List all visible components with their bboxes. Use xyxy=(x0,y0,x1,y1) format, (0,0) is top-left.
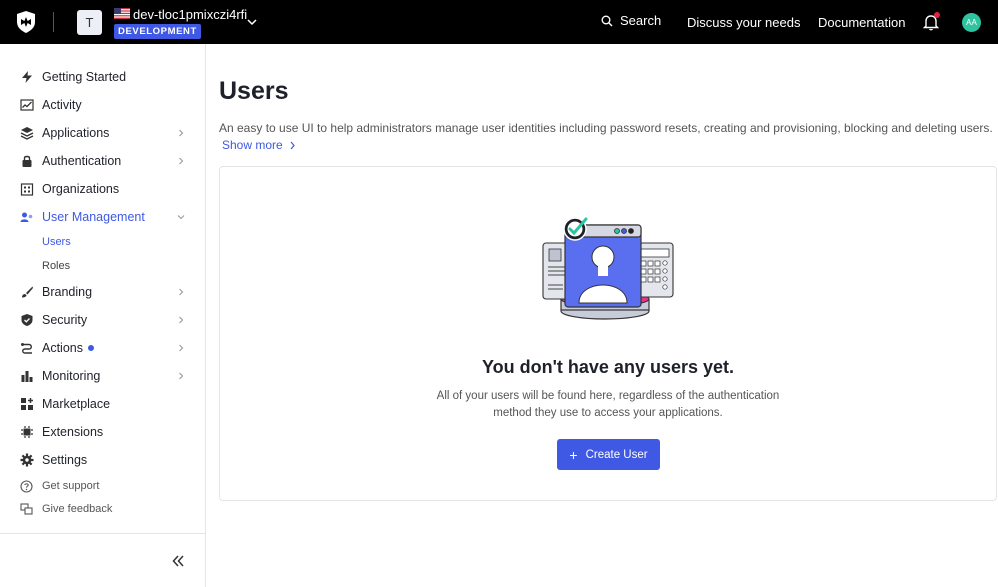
users-icon xyxy=(19,210,34,225)
chat-bubbles-icon xyxy=(19,502,34,517)
sidebar-item-activity[interactable]: Activity xyxy=(0,91,205,119)
sidebar-item-branding[interactable]: Branding xyxy=(0,278,205,306)
environment-badge: DEVELOPMENT xyxy=(114,24,201,39)
tenant-name[interactable]: dev-tloc1pmixczi4rfi xyxy=(133,7,247,22)
flow-icon xyxy=(19,341,34,356)
sidebar-item-label: Activity xyxy=(42,98,82,112)
sidebar-item-label: Applications xyxy=(42,126,110,140)
bar-chart-icon xyxy=(19,369,34,384)
chevron-right-icon xyxy=(179,372,184,380)
empty-state-description: All of your users will be found here, re… xyxy=(436,390,780,419)
sidebar-item-monitoring[interactable]: Monitoring xyxy=(0,362,205,390)
sidebar-subitem-users[interactable]: Users xyxy=(42,236,71,248)
layers-icon xyxy=(19,126,34,141)
create-user-label: Create User xyxy=(585,448,648,461)
chevron-right-icon xyxy=(179,157,184,165)
sidebar-item-security[interactable]: Security xyxy=(0,306,205,334)
sidebar-item-label: Security xyxy=(42,313,88,327)
new-indicator-dot xyxy=(88,345,94,351)
show-more-label: Show more xyxy=(222,138,283,152)
notification-dot xyxy=(934,12,940,18)
discuss-needs-link[interactable]: Discuss your needs xyxy=(687,15,800,30)
chip-icon xyxy=(19,425,34,440)
sidebar-item-extensions[interactable]: Extensions xyxy=(0,418,205,446)
give-feedback-link[interactable]: Give feedback xyxy=(0,498,205,520)
chevron-down-icon[interactable] xyxy=(246,16,258,28)
sidebar-divider xyxy=(0,533,205,534)
show-more-link[interactable]: Show more xyxy=(222,138,296,152)
gear-icon xyxy=(19,453,34,468)
sidebar-item-label: Authentication xyxy=(42,154,122,168)
sidebar-item-settings[interactable]: Settings xyxy=(0,446,205,474)
empty-state-title: You don't have any users yet. xyxy=(481,357,735,377)
sidebar-item-label: Settings xyxy=(42,453,88,467)
sidebar-item-label: Extensions xyxy=(42,425,104,439)
shield-icon xyxy=(19,313,34,328)
grid-plus-icon xyxy=(19,397,34,412)
top-bar: T dev-tloc1pmixczi4rfi DEVELOPMENT Searc… xyxy=(0,0,998,44)
sidebar-item-marketplace[interactable]: Marketplace xyxy=(0,390,205,418)
sidebar-item-applications[interactable]: Applications xyxy=(0,119,205,147)
chevron-right-icon xyxy=(179,288,184,296)
sidebar-item-label: Marketplace xyxy=(42,397,111,411)
lightning-icon xyxy=(19,70,34,85)
sidebar-subitem-roles[interactable]: Roles xyxy=(42,260,70,272)
users-illustration-icon xyxy=(542,217,674,320)
sidebar-item-label: Getting Started xyxy=(42,70,127,84)
page-title: Users xyxy=(219,77,289,105)
us-flag-icon xyxy=(114,8,130,19)
header-divider xyxy=(53,12,54,32)
sidebar-item-user-management[interactable]: User Management xyxy=(0,203,205,231)
sidebar-item-organizations[interactable]: Organizations xyxy=(0,175,205,203)
chevron-right-icon xyxy=(290,141,295,149)
chevron-right-icon xyxy=(179,129,184,137)
activity-chart-icon xyxy=(19,98,34,113)
sidebar-item-label: Monitoring xyxy=(42,369,101,383)
sidebar-item-label: Branding xyxy=(42,285,93,299)
plus-icon: + xyxy=(569,446,578,463)
get-support-link[interactable]: Get support xyxy=(0,475,205,497)
tenant-avatar[interactable]: T xyxy=(77,10,102,35)
create-user-button[interactable]: + Create User xyxy=(557,439,660,470)
sidebar-item-label: User Management xyxy=(42,210,145,224)
search-icon xyxy=(601,15,613,26)
chevron-down-icon xyxy=(177,215,185,220)
sidebar-item-getting-started[interactable]: Getting Started xyxy=(0,63,205,91)
lock-icon xyxy=(19,154,34,169)
auth0-logo-icon[interactable] xyxy=(15,10,37,34)
sidebar-item-label: Organizations xyxy=(42,182,120,196)
chevron-right-icon xyxy=(179,316,184,324)
brush-icon xyxy=(19,285,34,300)
search-label: Search xyxy=(620,13,662,28)
get-support-label: Get support xyxy=(42,480,100,492)
sidebar-item-actions[interactable]: Actions xyxy=(0,334,205,362)
building-icon xyxy=(19,182,34,197)
user-avatar[interactable]: AA xyxy=(962,13,981,32)
give-feedback-label: Give feedback xyxy=(42,503,113,515)
empty-state-card: You don't have any users yet. All of you… xyxy=(219,166,997,501)
collapse-sidebar-icon[interactable] xyxy=(170,553,186,569)
sidebar-item-authentication[interactable]: Authentication xyxy=(0,147,205,175)
documentation-link[interactable]: Documentation xyxy=(818,15,905,30)
help-circle-icon xyxy=(19,479,34,494)
page-description: An easy to use UI to help administrators… xyxy=(219,121,993,135)
sidebar-item-label: Actions xyxy=(42,341,83,355)
sidebar: Getting Started Activity Applications Au… xyxy=(0,44,206,587)
chevron-right-icon xyxy=(179,344,184,352)
search-button[interactable]: Search xyxy=(601,13,661,28)
